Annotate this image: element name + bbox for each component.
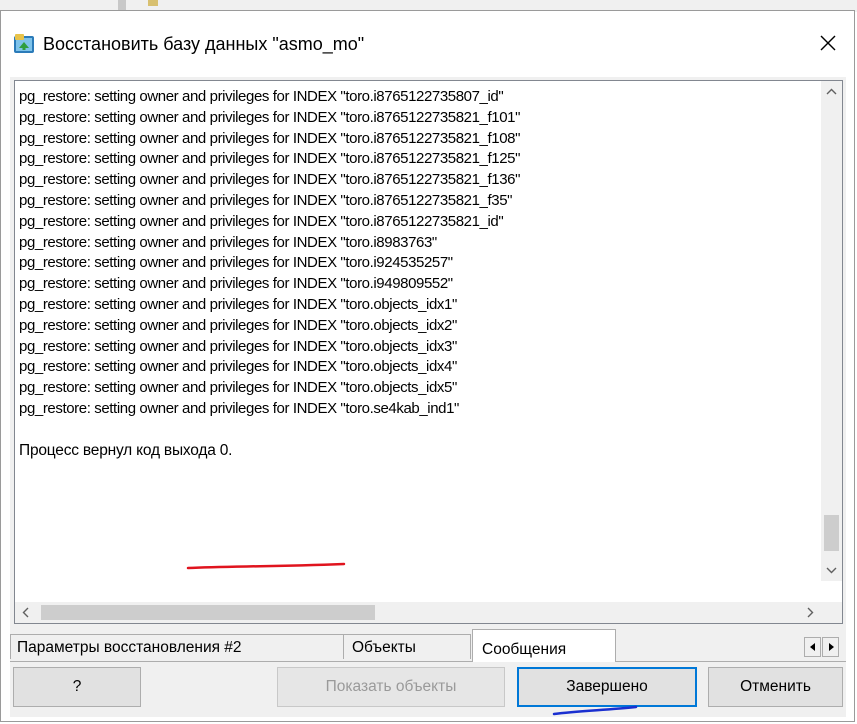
log-lines: pg_restore: setting owner and privileges… — [19, 87, 819, 597]
done-button[interactable]: Завершено — [517, 667, 697, 707]
tab-messages[interactable]: Сообщения — [472, 629, 616, 662]
horizontal-scroll-thumb[interactable] — [41, 605, 375, 620]
title-bar: Восстановить базу данных "asmo_mo" — [1, 11, 854, 75]
tab-objects[interactable]: Объекты — [343, 634, 471, 659]
log-line: pg_restore: setting owner and privileges… — [19, 295, 457, 313]
red-annotation-underline — [186, 562, 346, 570]
show-objects-button[interactable]: Показать объекты — [277, 667, 505, 707]
cancel-button[interactable]: Отменить — [708, 667, 843, 707]
log-line: pg_restore: setting owner and privileges… — [19, 88, 504, 105]
scroll-corner — [821, 602, 842, 623]
window-title: Восстановить базу данных "asmo_mo" — [43, 34, 365, 54]
log-line: pg_restore: setting owner and privileges… — [19, 129, 521, 147]
chevron-down-icon[interactable] — [821, 560, 842, 581]
log-line: pg_restore: setting owner and privileges… — [19, 379, 457, 397]
log-line: pg_restore: setting owner and privileges… — [19, 337, 457, 355]
tab-bar: Параметры восстановления #2 Объекты Сооб… — [10, 629, 846, 662]
exit-code-message: Процесс вернул код выхода 0. — [19, 441, 233, 459]
log-line: pg_restore: setting owner and privileges… — [19, 212, 504, 230]
log-line: pg_restore: setting owner and privileges… — [19, 399, 459, 417]
log-line: pg_restore: setting owner and privileges… — [19, 358, 457, 376]
log-line: pg_restore: setting owner and privileges… — [19, 150, 521, 168]
chevron-right-icon[interactable] — [800, 602, 821, 623]
log-line: pg_restore: setting owner and privileges… — [19, 233, 437, 251]
chevron-left-icon[interactable] — [15, 602, 36, 623]
log-line: pg_restore: setting owner and privileges… — [19, 275, 453, 293]
vertical-scroll-thumb[interactable] — [824, 515, 839, 551]
log-line: pg_restore: setting owner and privileges… — [19, 316, 457, 334]
horizontal-scrollbar[interactable] — [15, 602, 821, 623]
triangle-left-icon[interactable] — [804, 637, 821, 657]
messages-log[interactable]: pg_restore: setting owner and privileges… — [14, 80, 843, 624]
tab-divider — [10, 661, 846, 662]
vertical-scrollbar[interactable] — [821, 81, 842, 581]
triangle-right-icon[interactable] — [822, 637, 839, 657]
log-line: pg_restore: setting owner and privileges… — [19, 108, 521, 126]
chevron-up-icon[interactable] — [821, 81, 842, 102]
restore-dialog: Восстановить базу данных "asmo_mo" pg_re… — [0, 10, 855, 722]
dialog-body: pg_restore: setting owner and privileges… — [10, 77, 846, 717]
blue-annotation-underline — [552, 705, 638, 716]
close-button[interactable] — [802, 23, 854, 63]
log-line: pg_restore: setting owner and privileges… — [19, 254, 453, 272]
close-icon — [820, 35, 836, 51]
log-line: pg_restore: setting owner and privileges… — [19, 191, 513, 209]
help-button[interactable]: ? — [13, 667, 141, 707]
database-restore-icon — [13, 33, 35, 55]
tab-restore-options[interactable]: Параметры восстановления #2 — [10, 634, 344, 659]
log-line: pg_restore: setting owner and privileges… — [19, 171, 521, 189]
